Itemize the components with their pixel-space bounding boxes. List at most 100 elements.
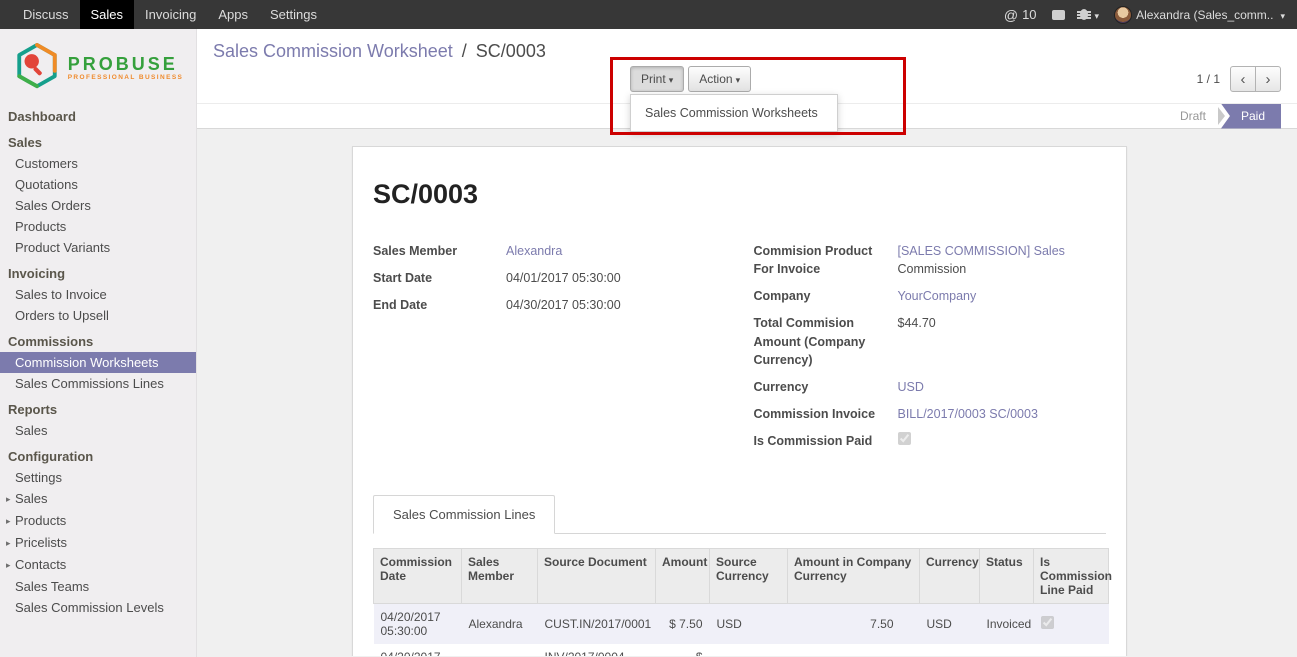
menu-settings[interactable]: Settings	[259, 0, 328, 29]
print-button[interactable]: Print	[630, 66, 684, 92]
field-company: Company YourCompany	[754, 287, 1107, 305]
logo-title: PROBUSE	[68, 55, 184, 75]
sidebar-item-dashboard[interactable]: Dashboard	[0, 106, 196, 127]
sidebar-nav: Dashboard Sales Customers Quotations Sal…	[0, 106, 196, 618]
debug-menu[interactable]	[1080, 7, 1100, 22]
cell-source: INV/2017/0004-SO008	[538, 644, 656, 656]
table-row[interactable]: 04/20/2017 05:30:00 Alexandra INV/2017/0…	[374, 644, 1109, 656]
sidebar-item-quotations[interactable]: Quotations	[0, 174, 196, 195]
menu-discuss[interactable]: Discuss	[12, 0, 80, 29]
messaging-menu[interactable]: 10	[1004, 7, 1037, 23]
control-panel: Sales Commission Worksheet / SC/0003 Pri…	[197, 29, 1297, 103]
chevron-down-icon	[1277, 7, 1285, 22]
sidebar-item-reports-sales[interactable]: Sales	[0, 420, 196, 441]
logo-subtitle: PROFESSIONAL BUSINESS	[68, 74, 184, 81]
cell-currency: USD	[920, 604, 980, 645]
status-draft[interactable]: Draft	[1168, 109, 1218, 123]
col-header-currency[interactable]: Currency	[920, 549, 980, 604]
print-button-label: Print	[641, 72, 666, 86]
sidebar-item-config-sales[interactable]: Sales	[0, 488, 196, 510]
col-header-amount-company-currency[interactable]: Amount in Company Currency	[788, 549, 920, 604]
sidebar-section-invoicing[interactable]: Invoicing	[0, 263, 196, 284]
tab-sales-commission-lines[interactable]: Sales Commission Lines	[373, 495, 555, 534]
col-header-sales-member[interactable]: Sales Member	[462, 549, 538, 604]
chat-menu[interactable]	[1052, 10, 1065, 20]
sidebar-item-orders-to-upsell[interactable]: Orders to Upsell	[0, 305, 196, 326]
col-header-amount[interactable]: Amount	[656, 549, 710, 604]
col-header-source-document[interactable]: Source Document	[538, 549, 656, 604]
sidebar-item-sales-commission-levels[interactable]: Sales Commission Levels	[0, 597, 196, 618]
sidebar-item-config-products[interactable]: Products	[0, 510, 196, 532]
sidebar-item-settings[interactable]: Settings	[0, 467, 196, 488]
form-sheet: SC/0003 Sales Member Alexandra Start Dat…	[352, 146, 1127, 656]
commission-product-rest: Commission	[898, 262, 967, 276]
field-end-date: End Date 04/30/2017 05:30:00	[373, 296, 726, 314]
main-area: Sales Commission Worksheet / SC/0003 Pri…	[197, 29, 1297, 657]
field-label: Is Commission Paid	[754, 432, 898, 450]
chevron-down-icon	[733, 72, 741, 86]
field-group-left: Sales Member Alexandra Start Date 04/01/…	[373, 242, 726, 459]
menu-invoicing[interactable]: Invoicing	[134, 0, 207, 29]
sidebar-section-reports[interactable]: Reports	[0, 399, 196, 420]
col-header-is-commission-line-paid[interactable]: Is Commission Line Paid	[1034, 549, 1109, 604]
col-header-status[interactable]: Status	[980, 549, 1034, 604]
record-title: SC/0003	[373, 179, 1106, 210]
company-link[interactable]: YourCompany	[898, 287, 977, 305]
field-label: Start Date	[373, 269, 506, 287]
field-total-commission-amount: Total Commision Amount (Company Currency…	[754, 314, 1107, 368]
sidebar-section-commissions[interactable]: Commissions	[0, 331, 196, 352]
action-button[interactable]: Action	[688, 66, 751, 92]
field-label: Sales Member	[373, 242, 506, 260]
at-icon	[1004, 7, 1018, 23]
chevron-down-icon	[1092, 7, 1100, 22]
status-arrow-icon	[1218, 107, 1225, 125]
sidebar-item-product-variants[interactable]: Product Variants	[0, 237, 196, 258]
dropdown-item-sales-commission-worksheets[interactable]: Sales Commission Worksheets	[631, 99, 837, 127]
field-is-commission-paid: Is Commission Paid	[754, 432, 1107, 450]
cell-paid	[1034, 604, 1109, 645]
commission-invoice-link[interactable]: BILL/2017/0003 SC/0003	[898, 405, 1038, 423]
sidebar-item-sales-orders[interactable]: Sales Orders	[0, 195, 196, 216]
field-commission-product: Commision Product For Invoice [SALES COM…	[754, 242, 1107, 278]
field-label: Total Commision Amount (Company Currency…	[754, 314, 898, 368]
bug-icon	[1080, 9, 1088, 20]
field-currency: Currency USD	[754, 378, 1107, 396]
sidebar-item-customers[interactable]: Customers	[0, 153, 196, 174]
sidebar-item-commission-worksheets[interactable]: Commission Worksheets	[0, 352, 196, 373]
sidebar-section-configuration[interactable]: Configuration	[0, 446, 196, 467]
cell-source: CUST.IN/2017/0001	[538, 604, 656, 645]
pager-previous-button[interactable]	[1230, 66, 1256, 92]
cell-src-currency: USD	[710, 644, 788, 656]
commission-product-link[interactable]: [SALES COMMISSION] Sales	[898, 244, 1065, 258]
breadcrumb-parent-link[interactable]: Sales Commission Worksheet	[213, 41, 453, 61]
table-row[interactable]: 04/20/2017 05:30:00 Alexandra CUST.IN/20…	[374, 604, 1109, 645]
field-sales-member: Sales Member Alexandra	[373, 242, 726, 260]
sidebar-item-pricelists[interactable]: Pricelists	[0, 532, 196, 554]
sidebar-item-sales-to-invoice[interactable]: Sales to Invoice	[0, 284, 196, 305]
pager: 1 / 1	[1197, 66, 1281, 92]
cell-amount: $ 7.50	[656, 604, 710, 645]
pager-count: 1 / 1	[1197, 72, 1220, 86]
sidebar-item-sales-commissions-lines[interactable]: Sales Commissions Lines	[0, 373, 196, 394]
form-view: SC/0003 Sales Member Alexandra Start Dat…	[197, 129, 1297, 656]
user-menu[interactable]: Alexandra (Sales_comm..	[1114, 6, 1285, 24]
cell-member: Alexandra	[462, 644, 538, 656]
sidebar-section-sales[interactable]: Sales	[0, 132, 196, 153]
pager-next-button[interactable]	[1255, 66, 1281, 92]
start-date-value: 04/01/2017 05:30:00	[506, 269, 621, 287]
menu-apps[interactable]: Apps	[207, 0, 259, 29]
col-header-commission-date[interactable]: Commission Date	[374, 549, 462, 604]
sidebar-item-products[interactable]: Products	[0, 216, 196, 237]
menu-sales[interactable]: Sales	[80, 0, 135, 29]
col-header-source-currency[interactable]: Source Currency	[710, 549, 788, 604]
currency-link[interactable]: USD	[898, 378, 924, 396]
cell-status: Invoiced	[980, 644, 1034, 656]
sidebar-item-contacts[interactable]: Contacts	[0, 554, 196, 576]
cell-currency: USD	[920, 644, 980, 656]
status-paid[interactable]: Paid	[1221, 104, 1281, 129]
field-group-right: Commision Product For Invoice [SALES COM…	[754, 242, 1107, 459]
sales-member-link[interactable]: Alexandra	[506, 242, 562, 260]
sidebar-item-sales-teams[interactable]: Sales Teams	[0, 576, 196, 597]
cell-amount: $ 18.60	[656, 644, 710, 656]
cell-date: 04/20/2017 05:30:00	[374, 604, 462, 645]
